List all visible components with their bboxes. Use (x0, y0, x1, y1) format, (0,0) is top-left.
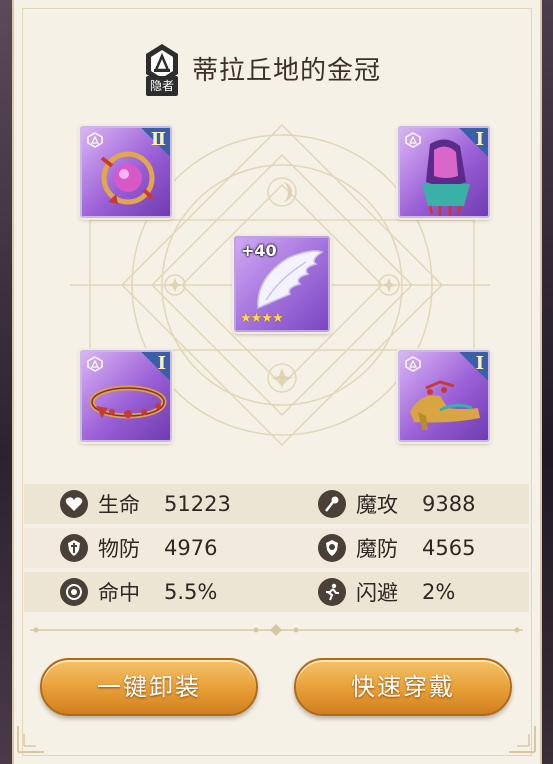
wand-icon (318, 490, 346, 518)
enhance-level: +40 (241, 241, 277, 260)
quick-equip-button[interactable]: 快速穿戴 (294, 658, 512, 716)
stat-label: 命中 (98, 581, 140, 605)
stat-row: 命中 5.5% 闪避 2% (24, 572, 529, 612)
magic-shield-icon (318, 534, 346, 562)
corner-ornament-left (17, 726, 44, 753)
stat-value: 2% (422, 580, 456, 604)
ornament-divider (30, 624, 523, 636)
tier-badge: Ⅱ (140, 128, 170, 156)
stat-label: 物防 (98, 537, 140, 561)
hermit-mark-icon (405, 132, 421, 148)
equipment-slot-top-right[interactable]: Ⅰ (398, 126, 490, 218)
tier-badge: Ⅰ (140, 352, 170, 380)
background-right-edge (541, 0, 553, 764)
stat-dodge: 闪避 2% (318, 572, 455, 612)
hermit-mark-icon (405, 356, 421, 372)
stat-label: 魔防 (356, 537, 398, 561)
stat-value: 4976 (164, 536, 218, 560)
unequip-all-button[interactable]: 一键卸装 (40, 658, 258, 716)
stat-label: 魔攻 (356, 493, 398, 517)
corner-ornament-right (509, 726, 536, 753)
stat-magic-defense: 魔防 4565 (318, 528, 475, 568)
stat-label: 闪避 (356, 581, 398, 605)
star-rating: ★★★★ (240, 311, 284, 326)
stat-hp: 生命 51223 (60, 484, 231, 524)
stat-magic-attack: 魔攻 9388 (318, 484, 475, 524)
set-title: 蒂拉丘地的金冠 (192, 56, 382, 86)
hermit-mark-icon (87, 356, 103, 372)
stat-row: 生命 51223 魔攻 9388 (24, 484, 529, 524)
tier-badge: Ⅰ (458, 128, 488, 156)
equipment-slot-top-left[interactable]: Ⅱ (80, 126, 172, 218)
equipment-slot-bottom-right[interactable]: Ⅰ (398, 350, 490, 442)
dodge-runner-icon (318, 578, 346, 606)
heart-icon (60, 490, 88, 518)
equipment-slot-bottom-left[interactable]: Ⅰ (80, 350, 172, 442)
stat-row: 物防 4976 魔防 4565 (24, 528, 529, 568)
stats-table: 生命 51223 魔攻 9388 物防 4976 魔防 4565 命中 5.5%… (24, 484, 529, 614)
stat-value: 51223 (164, 492, 231, 516)
stat-value: 9388 (422, 492, 476, 516)
class-label: 隐者 (146, 76, 178, 96)
shield-sword-icon (60, 534, 88, 562)
target-icon (60, 578, 88, 606)
stat-physical-defense: 物防 4976 (60, 528, 217, 568)
stat-value: 5.5% (164, 580, 218, 604)
hermit-mark-icon (87, 132, 103, 148)
center-equipment-slot[interactable]: +40 ★★★★ (234, 236, 330, 332)
stat-value: 4565 (422, 536, 476, 560)
stat-label: 生命 (98, 493, 140, 517)
tier-badge: Ⅰ (458, 352, 488, 380)
stat-accuracy: 命中 5.5% (60, 572, 217, 612)
